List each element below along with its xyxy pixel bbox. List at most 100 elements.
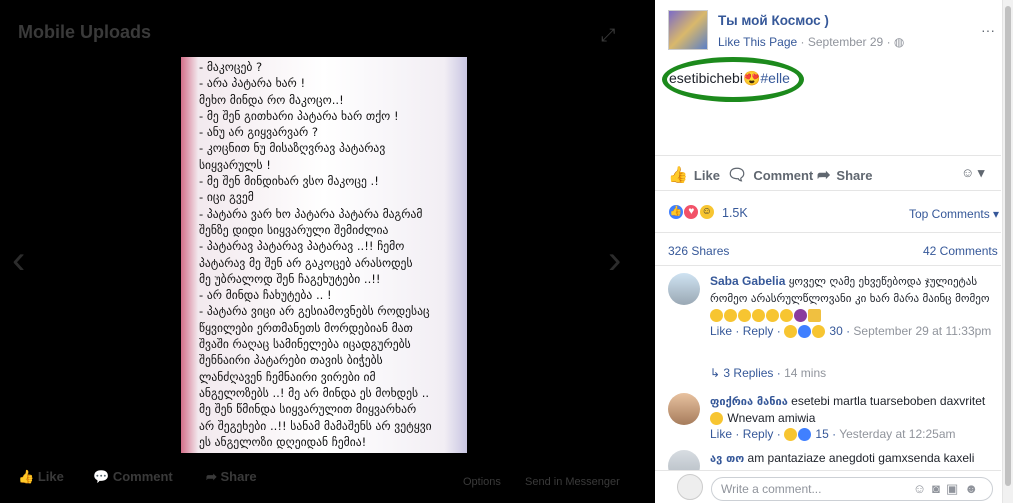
like-page-link[interactable]: Like This Page: [718, 35, 797, 49]
comment-time[interactable]: Yesterday at 12:25am: [839, 427, 955, 441]
comment-input[interactable]: Write a comment... ☺◙▣☻: [711, 477, 993, 501]
top-comments-label: Top Comments: [909, 207, 990, 221]
next-photo-icon[interactable]: ›: [608, 238, 621, 283]
divider: [655, 265, 1001, 266]
post-as-selector[interactable]: ☺ ▾: [961, 165, 984, 181]
photo-comment-button[interactable]: 💬 Comment: [93, 469, 173, 485]
comment-reactions-icon[interactable]: [784, 427, 812, 442]
replies-label: 3 Replies: [723, 366, 774, 380]
send-in-messenger-link[interactable]: Send in Messenger: [525, 476, 620, 488]
photo-text-line: შენზე დიდი სიყვარული შემიძლია: [199, 222, 389, 237]
top-comments-dropdown[interactable]: Top Comments ▾: [909, 207, 999, 221]
comment-body: ავ თო am pantaziaze anegdoti gamxsenda k…: [710, 450, 1000, 467]
love-reaction-icon: ♥: [683, 204, 700, 220]
page-avatar[interactable]: [668, 10, 708, 50]
reaction-count[interactable]: 1.5K: [722, 206, 748, 220]
scrollbar[interactable]: [1002, 0, 1013, 503]
globe-icon: ◍: [893, 35, 905, 49]
comment-like-link[interactable]: Like: [710, 427, 732, 441]
more-options-icon[interactable]: ···: [981, 22, 995, 38]
photo-like-button[interactable]: 👍 Like: [18, 469, 64, 485]
comment-body: Saba Gabelia ყოველ ღამე ეხვეწებოდა ჯულიე…: [710, 273, 1000, 339]
photo-text-line: - კოცნით ნუ მისაზღვრავ პატარავ: [199, 141, 386, 156]
photo-text-line: პატარავ მე შენ არ გაკოცებ არასოდეს: [199, 255, 413, 270]
comment-text: am pantaziaze anegdoti gamxsenda kaxeli: [747, 451, 975, 465]
share-icon: ➦: [817, 167, 831, 184]
scroll-thumb[interactable]: [1005, 6, 1011, 486]
photo-text-line: ეს ანგელოზი დღეიდან ჩემია!: [199, 434, 367, 449]
photo-text: - მაკოცებ ? - არა პატარა ხარ ! მეხო მინდა …: [199, 59, 461, 450]
photo-share-label: Share: [220, 469, 257, 484]
photo-options-link[interactable]: Options: [463, 476, 501, 488]
replies-time: 14 mins: [784, 366, 827, 380]
comment-author[interactable]: Saba Gabelia: [710, 274, 785, 288]
post-text-main: esetibichebi: [669, 70, 743, 86]
photo-text-line: - იცი გვემ: [199, 190, 254, 205]
haha-reaction-icon: ☺: [698, 204, 715, 220]
user-avatar-icon: ☺: [961, 165, 975, 180]
comment-author[interactable]: ავ თო: [710, 452, 744, 465]
expand-icon[interactable]: ⤢: [601, 25, 623, 47]
photo-image[interactable]: - მაკოცებ ? - არა პატარა ხარ ! მეხო მინდა …: [181, 57, 467, 453]
album-title[interactable]: Mobile Uploads: [18, 22, 151, 43]
post-date[interactable]: September 29: [808, 35, 883, 49]
photo-text-line: - მე შენ მინდიხარ ვსო მაკოცე .!: [199, 174, 379, 189]
page-name[interactable]: Ты мой Космос ): [718, 13, 829, 28]
emoji-icon[interactable]: ☺: [913, 481, 932, 496]
comment-reaction-count[interactable]: 15: [815, 427, 828, 441]
comment-reactions-icon[interactable]: [784, 324, 826, 339]
sticker-icon[interactable]: ☻: [964, 481, 984, 496]
photo-text-line: - პატარა ვიცი არ გესიამოვნებს როდესაც: [199, 304, 430, 319]
photo-text-line: მეხო მინდა რო მაკოცო..!: [199, 92, 344, 107]
avatar[interactable]: [668, 393, 700, 425]
photo-share-button[interactable]: ➦ Share: [206, 469, 257, 485]
reply-arrow-icon: ↳: [710, 366, 721, 380]
photo-text-line: ლანძღავენ ჩემნაირი ვირები იმ: [199, 369, 376, 384]
like-button[interactable]: 👍 Like: [668, 165, 720, 185]
post-text: esetibichebi😍#elle: [669, 70, 790, 87]
laughing-emoji-icon: [710, 308, 822, 323]
reaction-icons[interactable]: 👍 ♥ ☺: [668, 204, 715, 220]
photo-text-line: - პატარა ვარ ხო პატარა პატარა მაგრამ: [199, 206, 423, 221]
like-label: Like: [693, 168, 720, 183]
comment-meta: Like · Reply · 30 · September 29 at 11:3…: [710, 324, 992, 339]
comment-like-link[interactable]: Like: [710, 324, 732, 338]
chevron-down-icon: ▾: [993, 207, 1000, 221]
photo-viewer: Mobile Uploads ⤢ ‹ › - მაკოცებ ? - არა პა…: [0, 0, 653, 503]
comment-text: esetebi martla tuarseboben daxvritet: [791, 394, 986, 408]
comment-button[interactable]: 🗨 Comment: [727, 165, 813, 185]
camera-icon[interactable]: ◙: [932, 481, 946, 496]
photo-text-line: ანგელოზებს ..! მე არ მინდა ეს მოხდეს ..: [199, 385, 430, 400]
comment-reaction-count[interactable]: 30: [829, 324, 842, 338]
comment-body: ფიქრია მანია esetebi martla tuarseboben …: [710, 393, 1000, 442]
photo-text-line: წყვილები ერთმანეთს მორდებიან მათ: [199, 320, 413, 335]
photo-text-line: შვაში რაღაც სამინელება იცადგურებს: [199, 337, 411, 352]
comment-reply-link[interactable]: Reply: [743, 324, 774, 338]
share-button[interactable]: ➦ Share: [817, 165, 873, 185]
comment-meta: Like · Reply · 15 · Yesterday at 12:25am: [710, 427, 956, 442]
laughing-emoji-icon: [710, 412, 723, 426]
comment-reply-link[interactable]: Reply: [743, 427, 774, 441]
photo-text-line: - არა პატარა ხარ !: [199, 76, 306, 91]
hashtag-link[interactable]: #elle: [760, 70, 790, 86]
photo-like-label: Like: [37, 469, 64, 484]
comment-author[interactable]: ფიქრია მანია: [710, 395, 788, 408]
comment-label: Comment: [753, 168, 814, 183]
photo-text-line: მე უბრალოდ შენ ჩაგეხუტები ..!!: [199, 271, 381, 286]
photo-text-line: არ შეგეხები ..!! სანამ მამაშენს არ ვეტყვ…: [199, 418, 432, 433]
photo-bottom-bar: 👍 Like 💬 Comment ➦ Share Options Send in…: [0, 456, 653, 503]
comment-time[interactable]: September 29 at 11:33pm: [853, 324, 991, 338]
comments-count-link[interactable]: 42 Comments: [923, 244, 998, 258]
comment-input-placeholder: Write a comment...: [721, 482, 822, 496]
replies-link[interactable]: ↳ 3 Replies · 14 mins: [710, 366, 826, 380]
chevron-down-icon: ▾: [977, 165, 985, 180]
previous-photo-icon[interactable]: ‹: [12, 238, 25, 283]
avatar[interactable]: [668, 273, 700, 305]
like-reaction-icon: 👍: [668, 204, 684, 220]
photo-text-line: სიყვარულს !: [199, 157, 271, 172]
write-comment-bar: Write a comment... ☺◙▣☻: [655, 470, 1001, 503]
comment-input-icons[interactable]: ☺◙▣☻: [913, 481, 984, 497]
photo-text-line: - პატარავ პატარავ პატარავ ..!! ჩემო: [199, 239, 405, 254]
gif-icon[interactable]: ▣: [946, 481, 964, 496]
shares-link[interactable]: 326 Shares: [668, 244, 729, 258]
